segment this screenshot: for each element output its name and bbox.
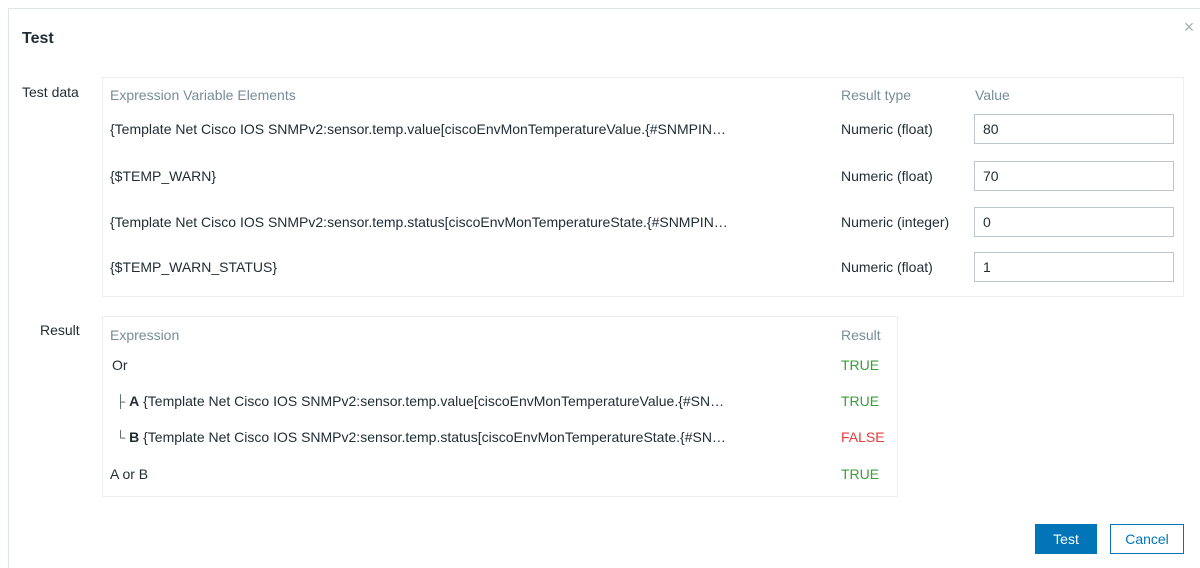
result-row-text: {Template Net Cisco IOS SNMPv2:sensor.te… — [143, 393, 725, 409]
column-header-result: Result — [841, 327, 881, 343]
test-button[interactable]: Test — [1035, 524, 1097, 554]
tree-branch-end-icon: └ — [116, 430, 126, 445]
test-data-row-result-type: Numeric (float) — [841, 259, 933, 275]
result-row-text: {Template Net Cisco IOS SNMPv2:sensor.te… — [143, 429, 726, 445]
test-data-row-expression: {Template Net Cisco IOS SNMPv2:sensor.te… — [110, 121, 726, 137]
result-row-expression: A or B — [110, 466, 148, 482]
tree-branch-icon: ├ — [116, 394, 126, 409]
result-table: Expression Result Or TRUE ├ A {Template … — [102, 316, 898, 497]
column-header-result-type: Result type — [841, 87, 912, 103]
result-row-expression: ├ A {Template Net Cisco IOS SNMPv2:senso… — [116, 393, 826, 409]
result-row-text: A or B — [110, 466, 149, 482]
test-data-row-expression: {Template Net Cisco IOS SNMPv2:sensor.te… — [110, 214, 728, 230]
cancel-button[interactable]: Cancel — [1110, 524, 1184, 554]
result-row-text: Or — [112, 357, 128, 373]
value-input[interactable] — [974, 114, 1174, 144]
result-row-letter: A — [129, 393, 140, 409]
column-header-expression: Expression Variable Elements — [110, 87, 296, 103]
result-row-expression: └ B {Template Net Cisco IOS SNMPv2:senso… — [116, 429, 826, 445]
result-status: TRUE — [841, 393, 880, 409]
column-header-value: Value — [975, 87, 1010, 103]
test-data-row-expression: {$TEMP_WARN} — [110, 168, 217, 184]
value-input[interactable] — [974, 161, 1174, 191]
close-icon[interactable]: × — [1182, 18, 1196, 36]
result-status: TRUE — [841, 466, 880, 482]
value-input[interactable] — [974, 207, 1174, 237]
column-header-expression: Expression — [110, 327, 180, 343]
result-status: FALSE — [841, 429, 885, 445]
dialog-title: Test — [22, 30, 54, 47]
test-data-row-result-type: Numeric (integer) — [841, 214, 950, 230]
test-data-label: Test data — [22, 84, 79, 100]
result-row-expression: Or — [112, 357, 128, 373]
result-label: Result — [40, 322, 80, 338]
result-row-letter: B — [129, 429, 140, 445]
test-data-row-expression: {$TEMP_WARN_STATUS} — [110, 259, 278, 275]
value-input[interactable] — [974, 252, 1174, 282]
test-data-row-result-type: Numeric (float) — [841, 168, 933, 184]
test-data-table: Expression Variable Elements Result type… — [102, 77, 1184, 297]
test-data-row-result-type: Numeric (float) — [841, 121, 933, 137]
result-status: TRUE — [841, 357, 880, 373]
